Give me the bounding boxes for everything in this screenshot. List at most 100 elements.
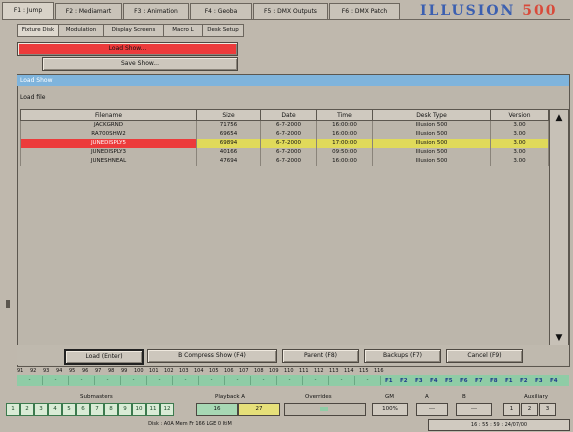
channel-level[interactable]: - bbox=[69, 376, 95, 385]
a-value[interactable]: --- bbox=[416, 403, 448, 416]
compress-show-button[interactable]: B Compress Show (F4) bbox=[147, 349, 277, 363]
submaster-button[interactable]: 7 bbox=[90, 403, 104, 416]
channel-level[interactable]: - bbox=[277, 376, 303, 385]
channel-number: 115 bbox=[359, 368, 369, 374]
playback-b-value[interactable]: 27 bbox=[238, 403, 280, 416]
save-show-menu-item[interactable]: Save Show... bbox=[42, 57, 238, 71]
playback-a-value[interactable]: 16 bbox=[196, 403, 238, 416]
auxiliary-1[interactable]: 1 bbox=[503, 403, 520, 416]
auxiliary-2[interactable]: 2 bbox=[521, 403, 538, 416]
subtab-display-screens[interactable]: Display Screens bbox=[103, 24, 164, 37]
channel-level[interactable]: - bbox=[173, 376, 199, 385]
cell-time: 17:00:00 bbox=[316, 139, 373, 148]
submaster-button[interactable]: 11 bbox=[146, 403, 160, 416]
table-header: Filename Size Date Time Desk Type Versio… bbox=[20, 109, 549, 121]
function-key-label[interactable]: F7 bbox=[475, 378, 483, 384]
b-label: B bbox=[462, 394, 466, 400]
function-key-label[interactable]: F3 bbox=[535, 378, 543, 384]
subtab-modulation[interactable]: Modulation bbox=[58, 24, 104, 37]
scroll-down-icon[interactable]: ▼ bbox=[553, 332, 565, 344]
function-key-label[interactable]: F2 bbox=[400, 378, 408, 384]
function-key-label[interactable]: F1 bbox=[505, 378, 513, 384]
channel-level[interactable]: - bbox=[121, 376, 147, 385]
channel-level[interactable]: - bbox=[355, 376, 381, 385]
channel-level[interactable]: - bbox=[199, 376, 225, 385]
submaster-button[interactable]: 12 bbox=[160, 403, 174, 416]
tab-animation[interactable]: F3 : Animation bbox=[123, 3, 189, 19]
submaster-button[interactable]: 4 bbox=[48, 403, 62, 416]
parent-button[interactable]: Parent (F8) bbox=[282, 349, 359, 363]
table-row[interactable]: RA700SHW2 69654 6-7-2000 16:00:00 Illusi… bbox=[20, 130, 549, 139]
function-key-label[interactable]: F6 bbox=[460, 378, 468, 384]
submasters-label: Submasters bbox=[80, 394, 113, 400]
cell-date: 6-7-2000 bbox=[260, 130, 317, 139]
cell-time: 16:00:00 bbox=[316, 130, 373, 139]
tab-mediamart[interactable]: F2 : Mediamart bbox=[55, 3, 122, 19]
cell-version: 3.00 bbox=[490, 120, 549, 130]
channel-level[interactable]: - bbox=[251, 376, 277, 385]
channel-level[interactable]: - bbox=[43, 376, 69, 385]
submaster-button[interactable]: 6 bbox=[76, 403, 90, 416]
column-time[interactable]: Time bbox=[316, 109, 373, 121]
tab-jump[interactable]: F1 : Jump bbox=[2, 2, 54, 20]
channel-number: 109 bbox=[269, 368, 279, 374]
channel-level[interactable]: - bbox=[303, 376, 329, 385]
tab-dmx-outputs[interactable]: F5 : DMX Outputs bbox=[253, 3, 328, 19]
grand-master-value[interactable]: 100% bbox=[372, 403, 408, 416]
channel-level[interactable]: - bbox=[225, 376, 251, 385]
subtab-fixture-disk[interactable]: Fixture Disk bbox=[17, 24, 59, 37]
channel-number: 100 bbox=[134, 368, 144, 374]
channel-number: 94 bbox=[56, 368, 63, 374]
submaster-button[interactable]: 9 bbox=[118, 403, 132, 416]
function-key-label[interactable]: F4 bbox=[430, 378, 438, 384]
column-filename[interactable]: Filename bbox=[20, 109, 197, 121]
channel-number: 112 bbox=[314, 368, 324, 374]
cancel-button[interactable]: Cancel (F9) bbox=[446, 349, 523, 363]
channel-level[interactable]: - bbox=[95, 376, 121, 385]
function-key-label[interactable]: F4 bbox=[550, 378, 558, 384]
column-desk-type[interactable]: Desk Type bbox=[372, 109, 491, 121]
clock-display: 16 : 55 : 59 : 24/07/00 bbox=[428, 419, 570, 431]
disk-status: Disk : A0A Mem Fr 166 LGE 0 ItiM bbox=[148, 421, 232, 427]
channel-level[interactable]: - bbox=[329, 376, 355, 385]
table-row[interactable]: JUNESHNEAL 47694 6-7-2000 16:00:00 Illus… bbox=[20, 157, 549, 166]
submaster-button[interactable]: 1 bbox=[6, 403, 20, 416]
channel-number: 105 bbox=[209, 368, 219, 374]
load-show-menu-item[interactable]: Load Show... bbox=[17, 42, 238, 56]
submaster-button[interactable]: 2 bbox=[20, 403, 34, 416]
cell-filename: JUNEDISPLY5 bbox=[20, 139, 197, 148]
vertical-scrollbar[interactable]: ▲ ▼ bbox=[549, 109, 569, 347]
submaster-button[interactable]: 8 bbox=[104, 403, 118, 416]
table-row[interactable]: JACKGRND 71756 6-7-2000 16:00:00 Illusio… bbox=[20, 120, 549, 130]
channel-number: 106 bbox=[224, 368, 234, 374]
scroll-up-icon[interactable]: ▲ bbox=[553, 112, 565, 124]
cell-date: 6-7-2000 bbox=[260, 139, 317, 148]
function-key-label[interactable]: F5 bbox=[445, 378, 453, 384]
tab-geoba[interactable]: F4 : Geoba bbox=[190, 3, 252, 19]
auxiliary-3[interactable]: 3 bbox=[539, 403, 556, 416]
column-version[interactable]: Version bbox=[490, 109, 549, 121]
subtab-macro[interactable]: Macro L bbox=[163, 24, 203, 37]
load-button[interactable]: Load (Enter) bbox=[64, 349, 144, 365]
function-key-label[interactable]: F1 bbox=[385, 378, 393, 384]
function-key-label[interactable]: F3 bbox=[415, 378, 423, 384]
submaster-button[interactable]: 10 bbox=[132, 403, 146, 416]
channel-level[interactable]: - bbox=[17, 376, 43, 385]
submaster-button[interactable]: 5 bbox=[62, 403, 76, 416]
column-date[interactable]: Date bbox=[260, 109, 317, 121]
table-row[interactable]: JUNEDISPLY3 40166 6-7-2000 09:50:00 Illu… bbox=[20, 148, 549, 157]
cell-desk-type: Illusion 500 bbox=[372, 130, 491, 139]
table-row-selected[interactable]: JUNEDISPLY5 69894 6-7-2000 17:00:00 Illu… bbox=[20, 139, 549, 148]
submaster-button[interactable]: 3 bbox=[34, 403, 48, 416]
function-key-label[interactable]: F8 bbox=[490, 378, 498, 384]
tab-divider bbox=[2, 19, 570, 20]
b-value[interactable]: --- bbox=[456, 403, 492, 416]
function-key-label[interactable]: F2 bbox=[520, 378, 528, 384]
tab-dmx-patch[interactable]: F6 : DMX Patch bbox=[329, 3, 400, 19]
subtab-desk-setup[interactable]: Desk Setup bbox=[202, 24, 244, 37]
channel-level[interactable]: - bbox=[147, 376, 173, 385]
channel-number: 101 bbox=[149, 368, 159, 374]
overrides-label: Overrides bbox=[305, 394, 332, 400]
column-size[interactable]: Size bbox=[196, 109, 261, 121]
backups-button[interactable]: Backups (F7) bbox=[364, 349, 441, 363]
